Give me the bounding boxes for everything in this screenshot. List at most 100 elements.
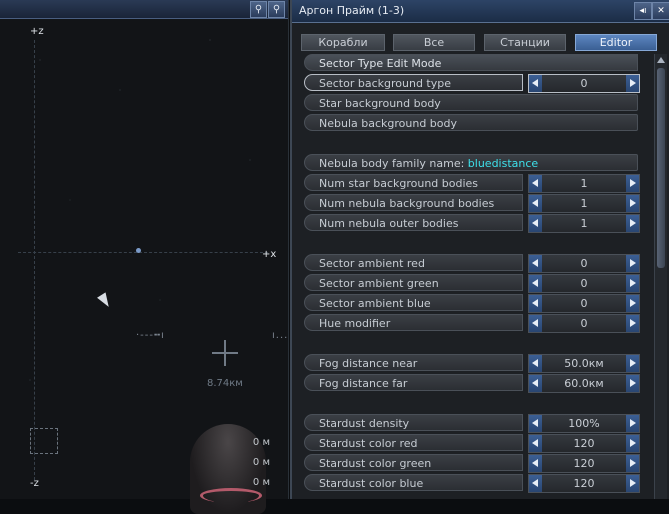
property-value: 100% bbox=[568, 417, 600, 430]
range-readout: 0 м bbox=[252, 437, 270, 448]
decrease-arrow-icon[interactable] bbox=[529, 375, 542, 392]
increase-arrow-icon[interactable] bbox=[626, 355, 639, 372]
map-toolbar: ⚲ ⚲ bbox=[0, 0, 288, 19]
value-stepper[interactable]: 120 bbox=[528, 474, 640, 493]
property-value: 1 bbox=[580, 177, 588, 190]
increase-arrow-icon[interactable] bbox=[626, 195, 639, 212]
increase-arrow-icon[interactable] bbox=[626, 75, 639, 92]
family-name-value: bluedistance bbox=[467, 157, 539, 170]
property-value: 50.0км bbox=[564, 357, 604, 370]
value-stepper[interactable]: 0 bbox=[528, 274, 640, 293]
value-stepper[interactable]: 1 bbox=[528, 174, 640, 193]
decrease-arrow-icon[interactable] bbox=[529, 415, 542, 432]
value-stepper[interactable]: 0 bbox=[528, 74, 640, 93]
value-stepper[interactable]: 0 bbox=[528, 254, 640, 273]
increase-arrow-icon[interactable] bbox=[626, 375, 639, 392]
property-value: 120 bbox=[573, 477, 595, 490]
increase-arrow-icon[interactable] bbox=[626, 315, 639, 332]
property-label: Sector background type bbox=[304, 74, 523, 91]
decrease-arrow-icon[interactable] bbox=[529, 295, 542, 312]
property-label: Star background body bbox=[304, 94, 638, 111]
tab-all[interactable]: Все bbox=[393, 34, 475, 51]
decrease-arrow-icon[interactable] bbox=[529, 455, 542, 472]
increase-arrow-icon[interactable] bbox=[626, 215, 639, 232]
scroll-up-icon[interactable] bbox=[656, 54, 666, 66]
property-label: Nebula background body bbox=[304, 114, 638, 131]
increase-arrow-icon[interactable] bbox=[626, 255, 639, 272]
property-label: Sector ambient green bbox=[304, 274, 523, 291]
value-stepper[interactable]: 100% bbox=[528, 414, 640, 433]
sector-map-view[interactable]: ⚲ ⚲ +z +x -z ·---╍ı ı... 8.74км 0 м 0 м … bbox=[0, 0, 289, 514]
distance-ticks-right: ı... bbox=[272, 330, 289, 341]
decrease-arrow-icon[interactable] bbox=[529, 75, 542, 92]
value-stepper[interactable]: 0 bbox=[528, 314, 640, 333]
value-stepper[interactable]: 1 bbox=[528, 214, 640, 233]
decrease-arrow-icon[interactable] bbox=[529, 195, 542, 212]
increase-arrow-icon[interactable] bbox=[626, 175, 639, 192]
selection-bracket bbox=[30, 428, 58, 454]
increase-arrow-icon[interactable] bbox=[626, 275, 639, 292]
property-label: Num star background bodies bbox=[304, 174, 523, 191]
z-axis-line bbox=[34, 40, 35, 480]
search-icon[interactable]: ⚲ bbox=[250, 1, 267, 18]
property-label: Nebula body family name: bluedistance bbox=[304, 154, 638, 171]
zoom-icon[interactable]: ⚲ bbox=[268, 1, 285, 18]
decrease-arrow-icon[interactable] bbox=[529, 355, 542, 372]
label-prefix: Nebula body family name: bbox=[319, 157, 468, 170]
increase-arrow-icon[interactable] bbox=[626, 455, 639, 472]
player-ship-marker[interactable] bbox=[136, 248, 141, 253]
property-label: Num nebula background bodies bbox=[304, 194, 523, 211]
property-value: 0 bbox=[580, 297, 588, 310]
property-value: 0 bbox=[580, 77, 588, 90]
property-value: 0 bbox=[580, 257, 588, 270]
property-label: Stardust density bbox=[304, 414, 523, 431]
property-label: Fog distance far bbox=[304, 374, 523, 391]
increase-arrow-icon[interactable] bbox=[626, 475, 639, 492]
section-header: Sector Type Edit Mode bbox=[304, 54, 638, 71]
close-icon[interactable]: ✕ bbox=[652, 2, 669, 20]
value-stepper[interactable]: 50.0км bbox=[528, 354, 640, 373]
x-axis-line bbox=[18, 252, 268, 253]
increase-arrow-icon[interactable] bbox=[626, 435, 639, 452]
property-label: Stardust color red bbox=[304, 434, 523, 451]
value-stepper[interactable]: 1 bbox=[528, 194, 640, 213]
property-label: Num nebula outer bodies bbox=[304, 214, 523, 231]
sector-panel: Аргон Прайм (1-3) ◂ı ✕ Корабли Все Станц… bbox=[290, 0, 669, 499]
tab-stations[interactable]: Станции bbox=[484, 34, 566, 51]
decrease-arrow-icon[interactable] bbox=[529, 255, 542, 272]
property-value: 120 bbox=[573, 457, 595, 470]
decrease-arrow-icon[interactable] bbox=[529, 275, 542, 292]
value-stepper[interactable]: 60.0км bbox=[528, 374, 640, 393]
property-value: 0 bbox=[580, 277, 588, 290]
decrease-arrow-icon[interactable] bbox=[529, 435, 542, 452]
list-scrollbar[interactable] bbox=[654, 54, 667, 499]
decrease-arrow-icon[interactable] bbox=[529, 215, 542, 232]
value-stepper[interactable]: 120 bbox=[528, 434, 640, 453]
panel-titlebar[interactable]: Аргон Прайм (1-3) ◂ı ✕ bbox=[292, 0, 669, 23]
property-label: Hue modifier bbox=[304, 314, 523, 331]
property-value: 0 bbox=[580, 317, 588, 330]
value-stepper[interactable]: 0 bbox=[528, 294, 640, 313]
target-icon[interactable] bbox=[212, 340, 238, 366]
value-stepper[interactable]: 120 bbox=[528, 454, 640, 473]
property-label: Stardust color green bbox=[304, 454, 523, 471]
decrease-arrow-icon[interactable] bbox=[529, 315, 542, 332]
decrease-arrow-icon[interactable] bbox=[529, 175, 542, 192]
range-readout: 0 м bbox=[252, 457, 270, 468]
cursor-icon bbox=[97, 292, 113, 310]
distance-ticks-left: ·---╍ı bbox=[136, 330, 165, 341]
increase-arrow-icon[interactable] bbox=[626, 295, 639, 312]
property-value: 120 bbox=[573, 437, 595, 450]
property-value: 1 bbox=[580, 197, 588, 210]
tab-editor[interactable]: Editor bbox=[575, 34, 657, 51]
sound-icon[interactable]: ◂ı bbox=[634, 2, 652, 20]
property-label: Sector ambient blue bbox=[304, 294, 523, 311]
increase-arrow-icon[interactable] bbox=[626, 415, 639, 432]
range-readout: 0 м bbox=[252, 477, 270, 488]
tab-ships[interactable]: Корабли bbox=[301, 34, 385, 51]
target-distance: 8.74км bbox=[207, 378, 243, 389]
scroll-thumb[interactable] bbox=[657, 68, 665, 268]
panel-title: Аргон Прайм (1-3) bbox=[299, 4, 405, 17]
property-value: 60.0км bbox=[564, 377, 604, 390]
decrease-arrow-icon[interactable] bbox=[529, 475, 542, 492]
